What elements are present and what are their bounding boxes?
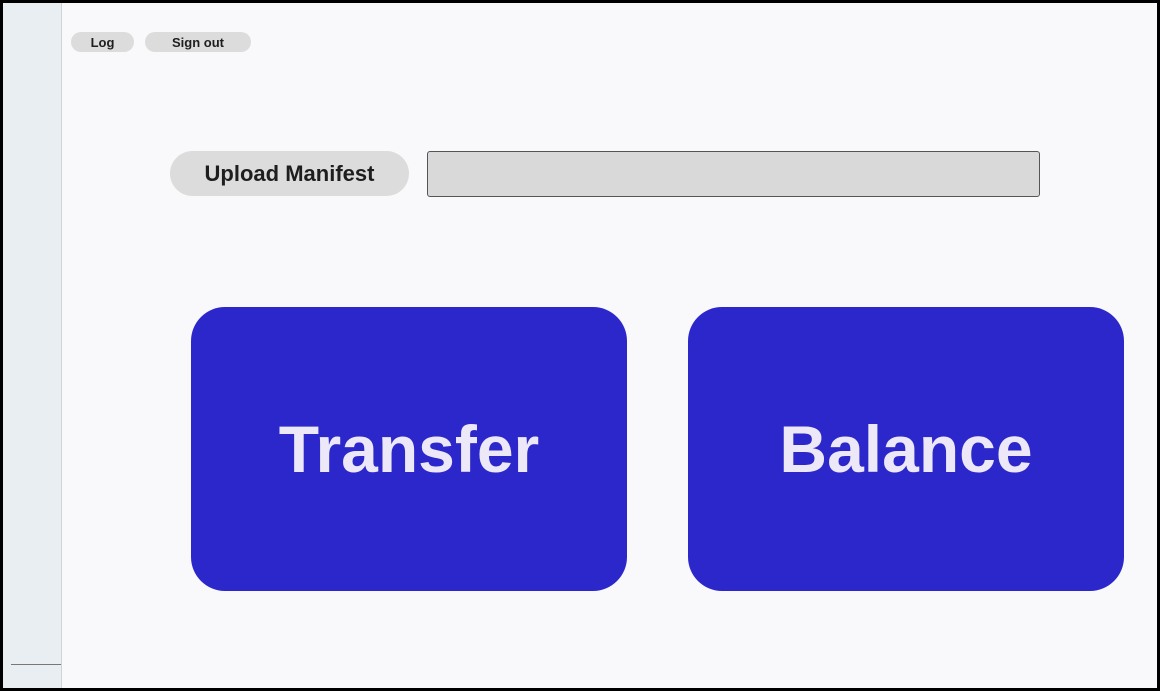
transfer-button[interactable]: Transfer	[191, 307, 627, 591]
app-window: Log Sign out Upload Manifest Transfer Ba…	[0, 0, 1160, 691]
sign-out-button[interactable]: Sign out	[145, 32, 251, 52]
balance-button[interactable]: Balance	[688, 307, 1124, 591]
left-sidebar	[3, 3, 62, 688]
log-button[interactable]: Log	[71, 32, 134, 52]
manifest-file-field[interactable]	[427, 151, 1040, 197]
upload-manifest-button[interactable]: Upload Manifest	[170, 151, 409, 196]
sidebar-divider	[11, 664, 61, 665]
